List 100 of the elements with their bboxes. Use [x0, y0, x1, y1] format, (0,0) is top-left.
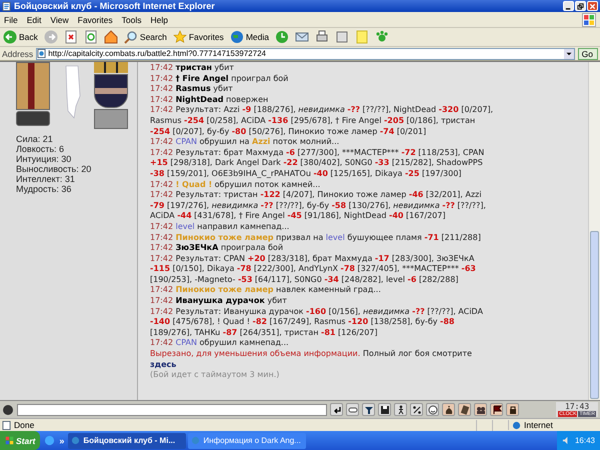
group-icon	[476, 404, 486, 414]
page-icon	[37, 49, 46, 58]
enter-arrow-icon	[332, 404, 342, 414]
menu-item[interactable]: Edit	[26, 14, 42, 24]
stat-line: Ловкость: 6	[16, 144, 66, 154]
windows-logo-icon	[582, 12, 596, 26]
close-icon	[589, 2, 596, 10]
send-button[interactable]	[330, 403, 343, 416]
log-entry: 17:42 тристан убит	[150, 63, 235, 74]
stat-line: Мудрость: 36	[16, 184, 72, 194]
log-entry: 17:42 † Fire Angel проиграл бой	[150, 74, 290, 84]
percent-icon	[412, 404, 422, 414]
globe-icon	[512, 420, 521, 430]
maximize-button[interactable]	[575, 1, 586, 11]
log-entry: 17:42 Иванушка дурачок убит	[150, 296, 288, 307]
refresh-icon	[84, 30, 98, 44]
windows-logo-icon	[5, 436, 14, 445]
menu-item[interactable]: File	[4, 14, 18, 24]
home-icon	[104, 30, 118, 44]
taskbar-button[interactable]: Бойцовский клуб - Mi...	[68, 432, 186, 448]
scroll-icon	[460, 404, 470, 414]
mail-icon	[294, 30, 309, 44]
address-field[interactable]: http://capitalcity.combats.ru/battle2.html?0.777147153972724	[36, 48, 575, 60]
lock-icon	[508, 404, 518, 414]
status-text: Done	[2, 420, 474, 430]
browser-icon	[71, 436, 80, 445]
window-title: Бойцовский клуб - Microsoft Internet Explorer	[14, 1, 216, 11]
log-entry: 17:42 ЗюЗЕЧкА проиграла бой	[150, 243, 284, 254]
full-log-link[interactable]: здесь	[150, 360, 176, 369]
log-entry: 17:42 ! Quad ! обрушил поток камней...	[150, 180, 322, 190]
money-bag-button[interactable]	[442, 403, 455, 416]
favorites-button[interactable]: Favorites	[172, 28, 225, 46]
stat-line: Интеллект: 31	[16, 174, 76, 184]
globe-icon	[230, 30, 244, 44]
boots-picture	[94, 109, 128, 129]
log-entry: 17:42 level направил камнепад...	[150, 222, 290, 232]
belt-picture	[16, 111, 50, 126]
walking-figure-button[interactable]	[394, 403, 407, 416]
lock-button[interactable]	[506, 403, 519, 416]
floppy-button[interactable]	[378, 403, 391, 416]
note-icon	[354, 30, 369, 44]
star-icon	[172, 30, 187, 44]
restore-icon	[577, 2, 584, 10]
filter-icon	[364, 404, 374, 414]
page-icon	[2, 2, 11, 10]
history-button[interactable]	[274, 28, 290, 46]
search-button[interactable]: Search	[122, 28, 168, 46]
printer-icon	[314, 30, 329, 44]
scrollbar[interactable]	[588, 62, 600, 400]
taskbar-button[interactable]: Информация о Dark Ang...	[188, 432, 306, 448]
log-entry: 17:42 Пинокио тоже ламер навлек каменный град...	[150, 285, 382, 296]
start-button[interactable]: Start	[0, 431, 40, 450]
refresh-button[interactable]	[82, 28, 99, 46]
stop-button[interactable]	[62, 28, 79, 46]
back-button[interactable]: Back	[2, 28, 39, 46]
close-button[interactable]	[587, 1, 598, 11]
go-button[interactable]: Go	[578, 48, 598, 60]
chat-input[interactable]	[17, 404, 327, 416]
home-button[interactable]	[102, 28, 119, 46]
timeout-note: (Бой идет с таймаутом 3 мин.)	[150, 370, 280, 381]
filter-button[interactable]	[362, 403, 375, 416]
stat-line: Выносливость: 20	[16, 164, 92, 174]
menu-item[interactable]: Favorites	[78, 14, 113, 24]
flag-button[interactable]	[490, 403, 503, 416]
cut-notice: Вырезано, для уменьшения объема информации. Полный лог боя смотрите здесь	[150, 349, 473, 370]
flag-icon	[492, 404, 502, 414]
log-entry: 17:42 Rasmus убит	[150, 84, 234, 95]
media-button[interactable]: Media	[228, 28, 270, 46]
rings-picture	[94, 62, 128, 73]
stat-line: Сила: 21	[16, 134, 54, 144]
floppy-icon	[380, 404, 390, 414]
log-entry: 17:42 CPAN обрушил на Azzi поток молний...	[150, 137, 340, 148]
eraser-icon	[348, 404, 358, 414]
group-button[interactable]	[474, 403, 487, 416]
magnifier-icon	[124, 30, 138, 44]
overflow-button[interactable]: »	[59, 436, 64, 446]
history-icon	[274, 30, 289, 44]
stat-line: Интуиция: 30	[16, 154, 72, 164]
eraser-button[interactable]	[346, 403, 359, 416]
scroll-button[interactable]	[458, 403, 471, 416]
menu-item[interactable]: View	[50, 14, 69, 24]
head-icon[interactable]	[2, 404, 14, 416]
zone-indicator: Internet	[508, 420, 598, 430]
smiley-button[interactable]	[426, 403, 439, 416]
percent-button[interactable]	[410, 403, 423, 416]
log-entry: 17:42 Пинокио тоже ламер призвал на level бушующее пламя -71 [211/288]	[150, 232, 482, 244]
paw-icon	[374, 30, 389, 44]
menu-item[interactable]: Tools	[122, 14, 142, 24]
log-entry: 17:42 CPAN обрушил камнепад...	[150, 338, 290, 350]
minimize-button[interactable]	[563, 1, 574, 11]
log-entry: 17:42 NightDead повержен	[150, 94, 270, 106]
browser-icon	[191, 436, 200, 445]
address-label: Address	[2, 48, 34, 58]
menu-item[interactable]: Help	[150, 14, 168, 24]
walking-figure-icon	[396, 404, 406, 414]
smiley-icon	[428, 404, 438, 414]
shield-picture	[94, 74, 128, 108]
robe-picture	[16, 62, 50, 110]
system-tray: 16:43	[556, 431, 600, 450]
money-bag-icon	[444, 404, 454, 414]
